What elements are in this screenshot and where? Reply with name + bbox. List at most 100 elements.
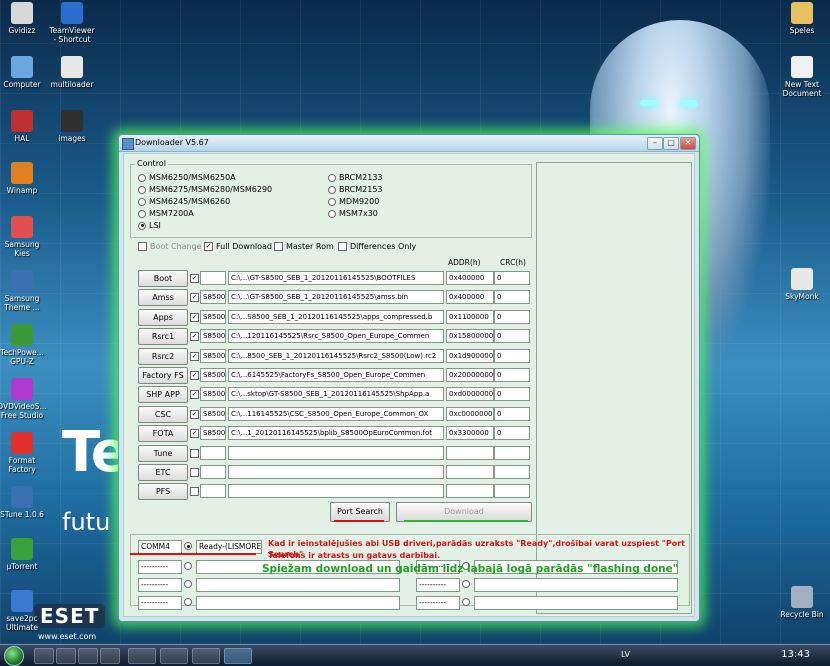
crc-field[interactable]: 0 — [494, 348, 530, 363]
addr-field[interactable] — [446, 445, 494, 460]
desktop-icon[interactable]: TeamViewer - Shortcut — [44, 2, 100, 44]
addr-field[interactable]: 0x400000 — [446, 290, 494, 305]
row-checkbox[interactable]: ✓ — [190, 274, 199, 283]
port-radio[interactable] — [184, 580, 195, 588]
port-status-field[interactable] — [196, 578, 400, 592]
chip-radio[interactable]: LSI — [138, 221, 161, 230]
path-field[interactable]: C:\...\GT-S8500_SEB_1_20120116145525\ams… — [228, 290, 444, 305]
row-checkbox[interactable] — [190, 487, 199, 497]
model-field[interactable]: S8500 — [200, 387, 226, 402]
desktop-icon[interactable]: Recycle Bin — [774, 586, 830, 619]
desktop-icon[interactable]: New Text Document — [774, 56, 830, 98]
model-field[interactable]: S8500 — [200, 329, 226, 344]
desktop-icon[interactable]: DVDVideoS... Free Studio — [0, 378, 50, 420]
path-field[interactable]: C:\...1_20120116145525\bplib_S8500OpEuro… — [228, 426, 444, 441]
model-field[interactable]: S8500 — [200, 368, 226, 382]
row-button-pfs[interactable]: PFS — [138, 483, 188, 501]
addr-field[interactable]: 0x1d900000 — [446, 348, 494, 363]
desktop-icon[interactable]: STune 1.0.6 — [0, 486, 50, 519]
desktop-icon[interactable]: µTorrent — [0, 538, 50, 571]
row-checkbox[interactable]: ✓ — [190, 293, 199, 303]
option-checkbox[interactable]: ✓ Full Download — [204, 242, 272, 251]
model-field[interactable]: S8500 — [200, 426, 226, 441]
path-field[interactable]: C:\...\GT-S8500_SEB_1_20120116145525\BOO… — [228, 271, 444, 285]
taskbar-app-icon[interactable] — [192, 648, 220, 664]
path-field[interactable] — [228, 484, 444, 499]
port-status-field[interactable] — [196, 596, 400, 610]
chip-radio[interactable]: MSM6275/MSM6280/MSM6290 — [138, 185, 272, 194]
crc-field[interactable] — [494, 484, 530, 499]
crc-field[interactable]: 0 — [494, 387, 530, 402]
option-checkbox[interactable]: Differences Only — [338, 242, 416, 251]
desktop-icon[interactable]: images — [44, 110, 100, 143]
port-radio[interactable] — [184, 562, 195, 570]
row-button-amss[interactable]: Amss — [138, 289, 188, 307]
port-radio[interactable] — [462, 580, 473, 588]
close-button[interactable]: ✕ — [680, 137, 696, 150]
crc-field[interactable]: 0 — [494, 309, 530, 324]
desktop-icon[interactable]: Computer — [0, 56, 50, 89]
port-radio[interactable] — [184, 542, 195, 550]
taskbar-media-icon[interactable] — [56, 648, 76, 664]
port-radio[interactable] — [462, 598, 473, 606]
desktop-icon[interactable]: Winamp — [0, 162, 50, 195]
row-button-rsrc1[interactable]: Rsrc1 — [138, 328, 188, 346]
port-status-field[interactable] — [474, 596, 678, 610]
desktop-icon[interactable]: Samsung Kies — [0, 216, 50, 258]
addr-field[interactable] — [446, 465, 494, 479]
crc-field[interactable]: 0 — [494, 406, 530, 421]
model-field[interactable]: S8500 — [200, 309, 226, 324]
row-button-tune[interactable]: Tune — [138, 444, 188, 462]
title-bar[interactable]: Downloader V5.67 – □ ✕ — [119, 135, 699, 152]
crc-field[interactable]: 0 — [494, 271, 530, 285]
path-field[interactable] — [228, 465, 444, 479]
taskbar-app-icon[interactable] — [128, 648, 156, 664]
desktop-icon[interactable]: Samsung Theme ... — [0, 270, 50, 312]
addr-field[interactable] — [446, 484, 494, 499]
row-checkbox[interactable]: ✓ — [190, 312, 199, 322]
port-status-field[interactable] — [474, 578, 678, 592]
taskbar-downloader-icon[interactable] — [224, 648, 252, 664]
row-checkbox[interactable]: ✓ — [190, 351, 199, 361]
model-field[interactable] — [200, 465, 226, 479]
model-field[interactable]: S8500 — [200, 406, 226, 421]
crc-field[interactable]: 0 — [494, 426, 530, 441]
addr-field[interactable]: 0x400000 — [446, 271, 494, 285]
path-field[interactable]: C:\...120116145525\Rsrc_S8500_Open_Europ… — [228, 329, 444, 344]
desktop-icon[interactable]: TechPowe... GPU-Z — [0, 324, 50, 366]
path-field[interactable]: C:\...sktop\GT-S8500_SEB_1_2012011614552… — [228, 387, 444, 402]
row-checkbox[interactable]: ✓ — [190, 332, 199, 342]
row-button-fota[interactable]: FOTA — [138, 425, 188, 443]
desktop-icon[interactable]: save2pc Ultimate — [0, 590, 50, 632]
crc-field[interactable]: 0 — [494, 368, 530, 382]
desktop-icon[interactable]: Gvidizz — [0, 2, 50, 35]
chip-radio[interactable]: MSM6245/MSM6260 — [138, 197, 230, 206]
port-name-field[interactable]: COMM4 — [138, 540, 182, 554]
desktop-icon[interactable]: Speles — [774, 2, 830, 35]
language-indicator[interactable]: LV — [621, 650, 630, 659]
crc-field[interactable]: 0 — [494, 290, 530, 305]
path-field[interactable]: C:\...S8500_SEB_1_20120116145525\apps_co… — [228, 309, 444, 324]
taskbar-explorer-icon[interactable] — [34, 648, 54, 664]
port-name-field[interactable]: ---------- — [138, 596, 182, 610]
addr-field[interactable]: 0xc0000000 — [446, 406, 494, 421]
model-field[interactable]: S8500 — [200, 348, 226, 363]
chip-radio[interactable]: MSM7200A — [138, 209, 194, 218]
port-name-field[interactable]: ---------- — [416, 578, 460, 592]
desktop-icon[interactable]: SkyMonk — [774, 268, 830, 301]
model-field[interactable] — [200, 484, 226, 499]
path-field[interactable]: C:\...8500_SEB_1_20120116145525\Rsrc2_S8… — [228, 348, 444, 363]
taskbar-chrome-icon[interactable] — [78, 648, 98, 664]
start-button[interactable] — [4, 646, 24, 666]
row-checkbox[interactable]: ✓ — [190, 429, 199, 439]
addr-field[interactable]: 0x20000000 — [446, 368, 494, 382]
taskbar-app-icon[interactable] — [160, 648, 188, 664]
row-checkbox[interactable]: ✓ — [190, 390, 199, 400]
row-button-etc[interactable]: ETC — [138, 464, 188, 481]
row-checkbox[interactable] — [190, 468, 199, 477]
row-button-shp-app[interactable]: SHP APP — [138, 386, 188, 404]
addr-field[interactable]: 0x15800000 — [446, 329, 494, 344]
addr-field[interactable]: 0x1100000 — [446, 309, 494, 324]
maximize-button[interactable]: □ — [663, 137, 679, 150]
path-field[interactable]: C:\...116145525\CSC_S8500_Open_Europe_Co… — [228, 406, 444, 421]
